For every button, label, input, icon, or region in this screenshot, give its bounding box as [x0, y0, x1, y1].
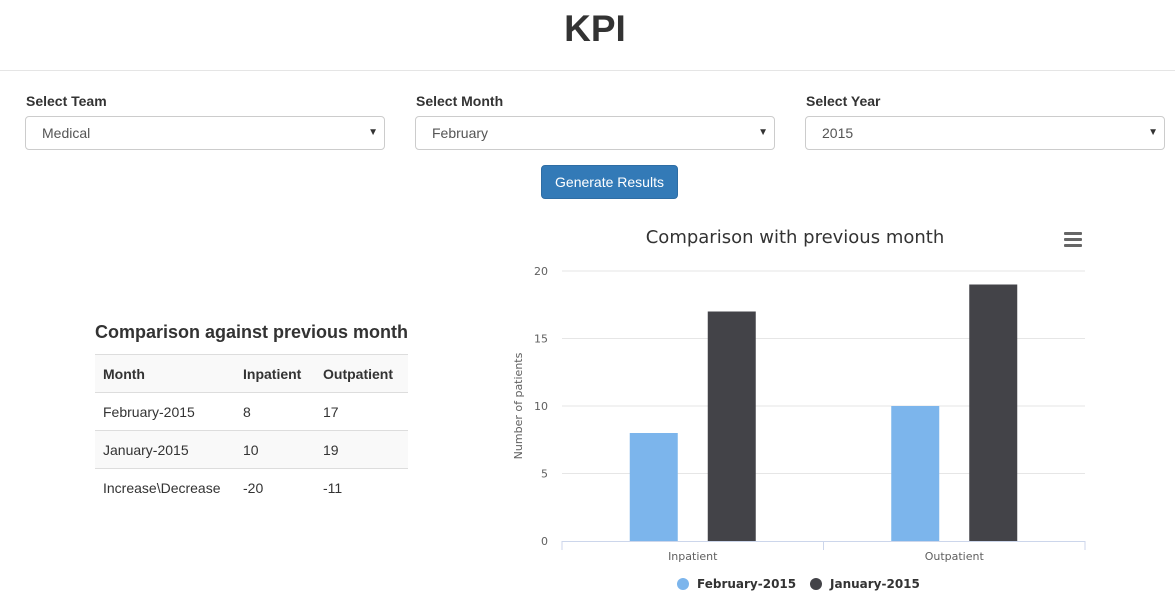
cell-inpatient: 10: [235, 430, 315, 469]
caret-down-icon: ▼: [368, 127, 378, 138]
month-select-value: February: [432, 125, 489, 141]
legend-marker: [677, 578, 689, 590]
team-select-value: Medical: [42, 125, 91, 141]
x-tick-label: Outpatient: [925, 550, 985, 563]
cell-month: Increase\Decrease: [95, 468, 235, 506]
bar-february-2015: [891, 406, 940, 541]
chart-title: Comparison with previous month: [646, 227, 945, 248]
comparison-table: Month Inpatient Outpatient February-2015…: [95, 354, 408, 506]
month-select[interactable]: February ▼: [415, 116, 775, 150]
month-label: Select Month: [416, 93, 504, 109]
y-tick-label: 10: [534, 400, 548, 413]
cell-outpatient: 19: [315, 430, 408, 469]
comparison-chart: Comparison with previous month 0 5 10 15 20 Nu…: [512, 227, 1086, 591]
cell-outpatient: 17: [315, 392, 408, 431]
legend-item: February-2015: [697, 577, 796, 591]
year-select-value: 2015: [822, 125, 854, 141]
legend-marker: [810, 578, 822, 590]
year-label: Select Year: [806, 93, 881, 109]
caret-down-icon: ▼: [758, 127, 768, 138]
legend-item: January-2015: [829, 577, 920, 591]
generate-results-button[interactable]: Generate Results: [541, 165, 678, 199]
y-tick-label: 0: [541, 535, 548, 548]
bar-january-2015: [969, 284, 1018, 541]
y-tick-label: 5: [541, 468, 548, 481]
cell-month: February-2015: [95, 392, 235, 431]
cell-month: January-2015: [95, 430, 235, 469]
cell-outpatient: -11: [315, 468, 408, 506]
hamburger-icon[interactable]: [1064, 232, 1082, 248]
cell-inpatient: 8: [235, 392, 315, 431]
year-select[interactable]: 2015 ▼: [805, 116, 1165, 150]
column-header-month: Month: [95, 354, 235, 393]
cell-inpatient: -20: [235, 468, 315, 506]
table-row: Increase\Decrease -20 -11: [95, 468, 408, 506]
header-divider: [0, 70, 1175, 71]
y-axis-label: Number of patients: [512, 352, 525, 459]
team-select[interactable]: Medical ▼: [25, 116, 385, 150]
column-header-outpatient: Outpatient: [315, 354, 408, 393]
team-label: Select Team: [26, 93, 107, 109]
caret-down-icon: ▼: [1148, 127, 1158, 138]
y-tick-label: 20: [534, 265, 548, 278]
table-title: Comparison against previous month: [95, 322, 409, 342]
kpi-page: KPI Select Team Medical ▼ Select Month F…: [0, 0, 1175, 600]
column-header-inpatient: Inpatient: [235, 354, 315, 393]
table-row: February-2015 8 17: [95, 392, 408, 431]
table-row: January-2015 10 19: [95, 430, 408, 469]
bar-january-2015: [707, 311, 756, 541]
table-header-row: Month Inpatient Outpatient: [95, 354, 408, 393]
y-tick-label: 15: [534, 333, 548, 346]
bar-february-2015: [629, 433, 678, 541]
x-tick-label: Inpatient: [668, 550, 718, 563]
page-title: KPI: [564, 8, 626, 49]
